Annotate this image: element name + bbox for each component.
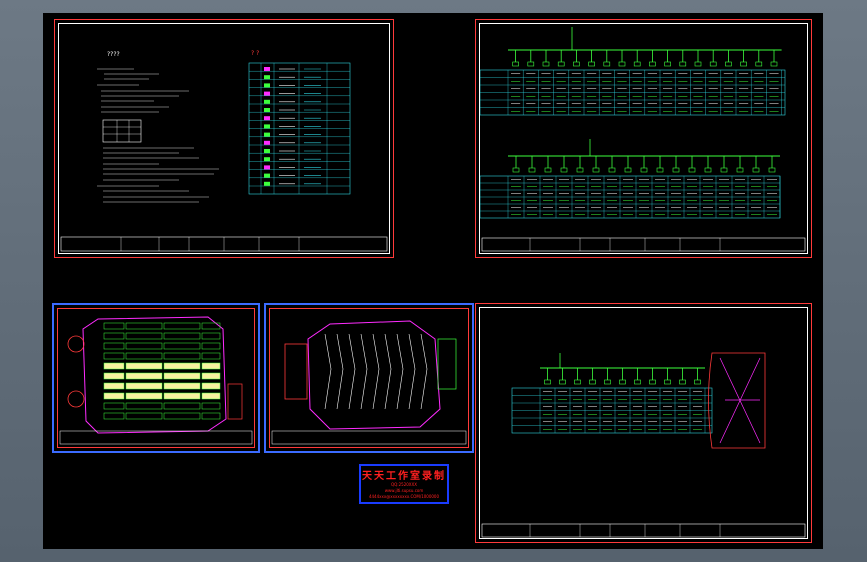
sheet-inner-frame [269,308,469,448]
seat-row [163,362,201,370]
seat-row [201,412,221,420]
legend-symbol [264,83,270,88]
seat-row [163,382,201,390]
legend-symbol [264,108,270,112]
legend-symbol [264,165,270,170]
sheet-inner-frame [479,307,808,539]
seat-row [103,322,125,330]
seat-row [201,382,221,390]
legend-symbol [264,140,270,145]
seat-row [125,392,163,400]
seat-row [103,362,125,370]
legend-symbol [264,124,270,129]
legend-symbol [264,173,270,178]
legend-symbol [264,132,270,137]
distribution-drawing [481,352,806,538]
seat-row [103,332,125,340]
sheet-inner-frame: ???? ? ? [58,23,390,254]
seat-row [201,362,221,370]
seat-row [125,352,163,360]
sheet-inner-frame [479,23,808,254]
sheet-riser-diagrams[interactable] [475,19,812,258]
legend-symbol [264,75,270,80]
legend-symbol [264,91,270,96]
seat-row [103,372,125,380]
seat-row [163,322,201,330]
studio-stamp: 天天工作室录制 QQ:2520XXX www.jlti.supsu.com 44… [359,464,449,504]
cad-model-space[interactable]: ???? ? ? 天天工作室录制 QQ:2520XXX www.jlti.sup… [43,13,823,549]
legend-title: ? ? [251,50,259,57]
sheet-design-notes[interactable]: ???? ? ? [54,19,394,258]
stamp-title: 天天工作室录制 [362,471,446,482]
seat-row [103,402,125,410]
seat-row [201,392,221,400]
seat-row [103,412,125,420]
seat-row [201,332,221,340]
seat-row [163,352,201,360]
legend-symbol [264,181,270,186]
seat-row [163,402,201,410]
legend-symbol [264,157,270,162]
seat-row [103,352,125,360]
seat-row [125,372,163,380]
notes-title: ???? [107,51,120,58]
notes-drawing: ???? ? ? [60,50,388,252]
legend-symbol [264,99,270,104]
stamp-line-3: 4444xxx@xxxxxxxx.COM/1000000 [368,494,440,499]
seat-row [125,322,163,330]
seat-row [103,382,125,390]
seat-row [125,382,163,390]
seat-row [163,412,201,420]
seat-row [163,372,201,380]
sheet-inner-frame [57,308,255,448]
legend-symbol [264,67,270,71]
seat-row [201,352,221,360]
seating-plan-drawing [59,316,253,445]
seat-row [201,342,221,350]
ceiling-plan-drawing [271,320,467,445]
legend-symbol [264,149,270,153]
seat-row [103,342,125,350]
sheet-ceiling-plan[interactable] [264,303,474,453]
seat-row [125,332,163,340]
seat-row [125,342,163,350]
seat-row [103,392,125,400]
seat-row [163,392,201,400]
riser-drawing [480,27,806,252]
sheet-distribution[interactable] [475,303,812,543]
seat-row [125,402,163,410]
seat-row [125,412,163,420]
seat-row [201,402,221,410]
legend-symbol [264,116,270,121]
sheet-seating-plan[interactable] [52,303,260,453]
seat-row [201,372,221,380]
seat-row [163,332,201,340]
seat-row [125,362,163,370]
seat-row [163,342,201,350]
